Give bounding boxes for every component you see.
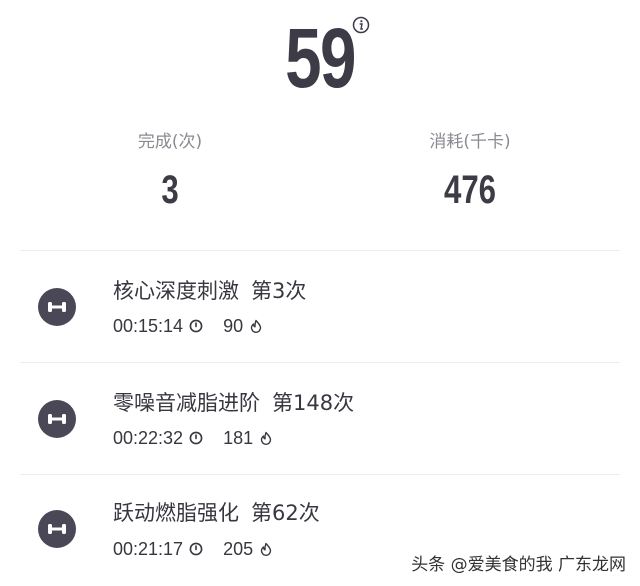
info-icon[interactable]: [352, 16, 370, 34]
workout-count: 第62次: [251, 501, 320, 525]
workout-row[interactable]: 零噪音减脂进阶 第148次 00:22:32 181: [0, 364, 640, 474]
calories-label: 消耗(千卡): [429, 132, 511, 152]
workout-title: 跃动燃脂强化 第62次: [113, 498, 320, 528]
workout-meta: 00:15:14 90: [113, 314, 263, 338]
workout-count: 第148次: [272, 391, 355, 415]
flame-icon: [260, 431, 272, 445]
clock-icon: [189, 431, 203, 445]
workout-duration: 00:15:14: [113, 316, 184, 336]
workout-calories: 205: [223, 539, 254, 559]
workout-meta: 00:21:17 205: [113, 537, 273, 561]
calories-stat: 消耗(千卡) 476: [350, 128, 590, 212]
workout-duration: 00:22:32: [113, 428, 184, 448]
workout-name: 跃动燃脂强化: [113, 501, 239, 525]
workout-name: 核心深度刺激: [113, 279, 239, 303]
workout-calories: 181: [223, 428, 254, 448]
dumbbell-icon: [38, 288, 76, 326]
dumbbell-icon: [38, 400, 76, 438]
total-value: 59: [285, 11, 356, 105]
workout-name: 零噪音减脂进阶: [113, 391, 260, 415]
clock-icon: [189, 542, 203, 556]
workout-calories: 90: [223, 316, 244, 336]
clock-icon: [189, 319, 203, 333]
workout-row[interactable]: 核心深度刺激 第3次 00:15:14 90: [0, 252, 640, 362]
flame-icon: [250, 319, 262, 333]
workout-title: 零噪音减脂进阶 第148次: [113, 388, 354, 418]
completed-stat: 完成(次) 3: [50, 128, 290, 212]
workout-title: 核心深度刺激 第3次: [113, 276, 306, 306]
workout-meta: 00:22:32 181: [113, 426, 273, 450]
watermark: 头条 @爱美食的我 广东龙网: [411, 555, 626, 575]
calories-value: 476: [443, 168, 497, 212]
completed-label: 完成(次): [137, 132, 203, 152]
workout-duration: 00:21:17: [113, 539, 184, 559]
divider: [20, 250, 620, 251]
divider: [20, 362, 620, 363]
flame-icon: [260, 542, 272, 556]
dumbbell-icon: [38, 510, 76, 548]
completed-value: 3: [161, 168, 179, 212]
divider: [20, 474, 620, 475]
workout-count: 第3次: [251, 279, 307, 303]
